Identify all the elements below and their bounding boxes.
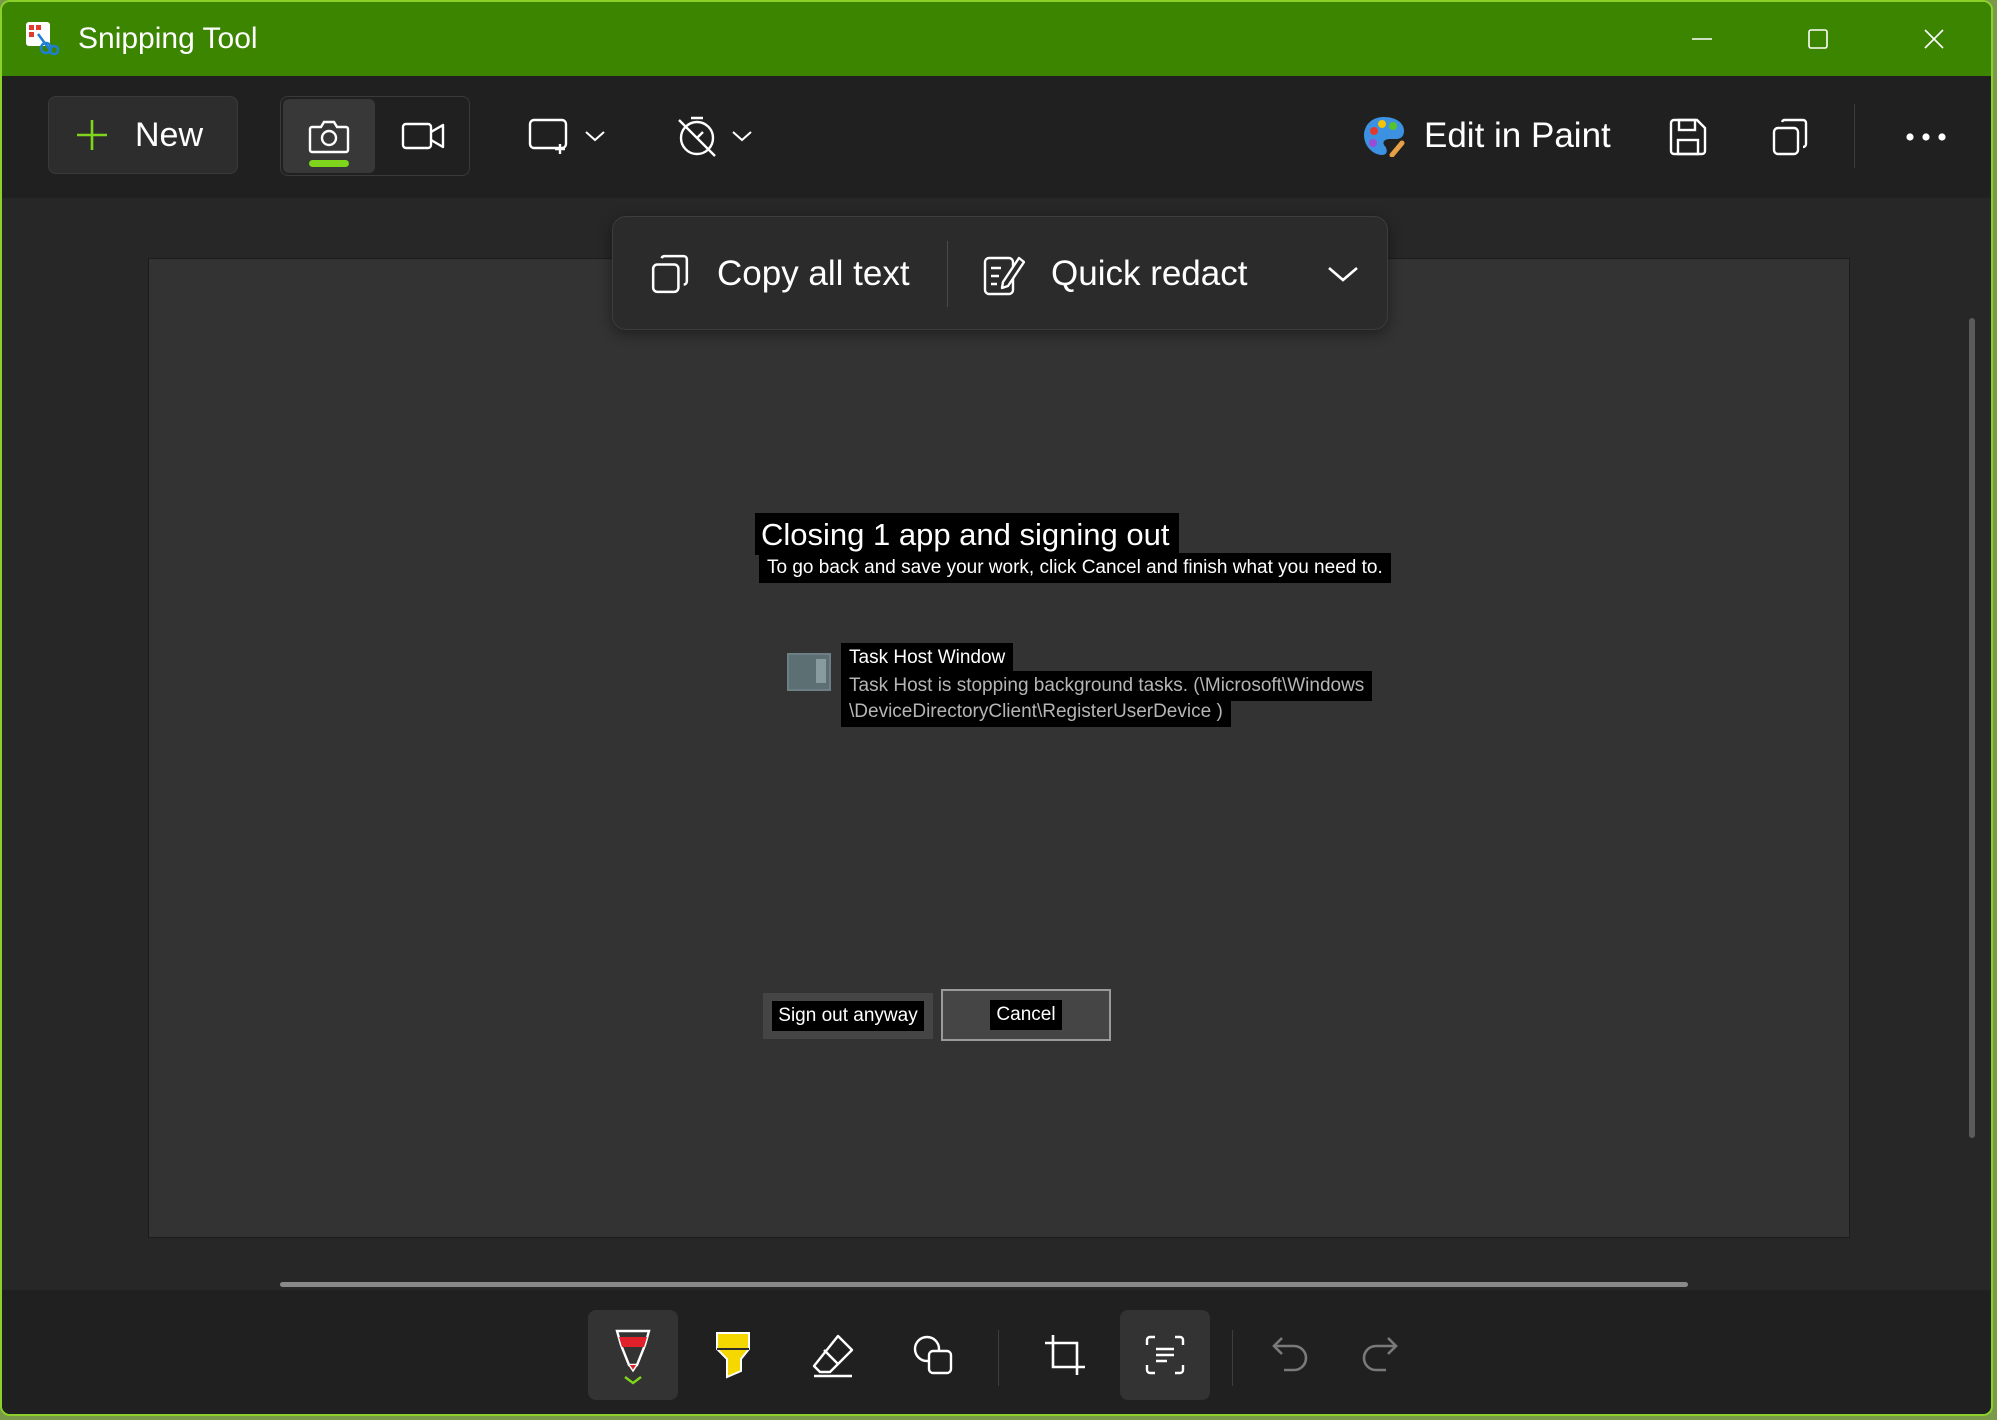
highlighter-icon	[716, 1332, 750, 1379]
eraser-icon	[812, 1334, 854, 1378]
new-snip-button[interactable]: New	[48, 96, 238, 174]
paint-palette-icon	[1364, 117, 1405, 157]
bottom-divider	[998, 1330, 999, 1386]
eraser-button[interactable]	[788, 1310, 878, 1400]
redo-button[interactable]	[1334, 1310, 1424, 1400]
bottom-divider	[1232, 1330, 1233, 1386]
camera-icon	[308, 120, 350, 154]
cancel-label: Cancel	[990, 1000, 1062, 1030]
main-toolbar: New Edit in Paint	[2, 76, 1991, 199]
title-bar[interactable]: Snipping Tool	[2, 2, 1991, 76]
shapes-icon	[913, 1335, 953, 1375]
plus-icon	[77, 120, 107, 150]
snipping-tool-window: Snipping Tool New Edit in Paint Closing …	[0, 0, 1993, 1416]
copy-button[interactable]	[1752, 104, 1828, 170]
maximize-icon	[1808, 29, 1828, 49]
ballpoint-pen-button[interactable]	[588, 1310, 678, 1400]
close-icon	[1924, 29, 1944, 49]
close-button[interactable]	[1876, 2, 1991, 76]
timer-icon	[678, 116, 716, 157]
chevron-down-icon	[732, 131, 752, 142]
snip-mode-dropdown[interactable]	[522, 106, 612, 166]
save-icon	[1669, 118, 1707, 156]
copy-all-text-button[interactable]: Copy all text	[651, 217, 910, 331]
app-thumbnail	[787, 653, 831, 691]
video-icon	[401, 122, 445, 150]
capture-mode-toggle	[280, 96, 470, 176]
window-title: Snipping Tool	[78, 22, 258, 55]
canvas-area: Closing 1 app and signing out To go back…	[2, 198, 1991, 1290]
edit-in-paint-button[interactable]: Edit in Paint	[1362, 98, 1611, 174]
markup-toolbar	[2, 1290, 1991, 1414]
quick-redact-button[interactable]: Quick redact	[983, 217, 1247, 331]
shapes-button[interactable]	[888, 1310, 978, 1400]
snipping-tool-app-icon	[26, 22, 60, 56]
sign-out-anyway-label: Sign out anyway	[772, 1001, 924, 1031]
text-actions-icon	[1145, 1335, 1185, 1375]
text-actions-bar: Copy all text Quick redact	[612, 216, 1388, 330]
chevron-down-icon	[585, 131, 605, 142]
horizontal-scrollbar[interactable]	[280, 1282, 1688, 1287]
toolbar-divider	[1854, 104, 1855, 168]
snip-mode-icon	[528, 118, 568, 154]
copy-all-text-label: Copy all text	[717, 254, 910, 293]
app-description-line2: \DeviceDirectoryClient\RegisterUserDevic…	[841, 699, 1231, 727]
cancel-button: Cancel	[941, 989, 1111, 1041]
timer-dropdown[interactable]	[666, 104, 762, 168]
screenshot-mode-button[interactable]	[283, 99, 375, 173]
ballpoint-pen-icon	[615, 1329, 651, 1385]
redact-options-dropdown[interactable]	[1313, 217, 1373, 331]
app-name-text: Task Host Window	[841, 643, 1014, 673]
copy-icon	[1772, 118, 1808, 156]
dialog-subtitle-text: To go back and save your work, click Can…	[759, 553, 1391, 583]
minimize-icon	[1692, 38, 1712, 40]
chevron-down-icon	[1328, 267, 1358, 282]
vertical-scrollbar[interactable]	[1969, 318, 1975, 1138]
dialog-title-text: Closing 1 app and signing out	[755, 513, 1180, 555]
text-actions-divider	[947, 241, 948, 307]
text-actions-button[interactable]	[1120, 1310, 1210, 1400]
redact-icon	[983, 256, 1025, 296]
edit-in-paint-label: Edit in Paint	[1424, 116, 1611, 155]
video-mode-button[interactable]	[377, 99, 469, 173]
redo-icon	[1362, 1337, 1398, 1372]
copy-icon	[651, 254, 689, 294]
crop-icon	[1045, 1335, 1085, 1375]
sign-out-anyway-button: Sign out anyway	[763, 993, 933, 1039]
active-mode-indicator	[309, 160, 349, 167]
maximize-button[interactable]	[1760, 2, 1876, 76]
minimize-button[interactable]	[1644, 2, 1760, 76]
highlighter-button[interactable]	[688, 1310, 778, 1400]
crop-button[interactable]	[1020, 1310, 1110, 1400]
captured-screenshot: Closing 1 app and signing out To go back…	[148, 258, 1850, 1238]
undo-icon	[1272, 1337, 1308, 1372]
more-options-button[interactable]	[1890, 104, 1962, 170]
new-button-label: New	[135, 115, 204, 154]
save-button[interactable]	[1650, 104, 1726, 170]
more-icon	[1906, 133, 1946, 141]
app-description-line1: Task Host is stopping background tasks. …	[841, 671, 1373, 701]
undo-button[interactable]	[1246, 1310, 1336, 1400]
quick-redact-label: Quick redact	[1051, 254, 1248, 293]
